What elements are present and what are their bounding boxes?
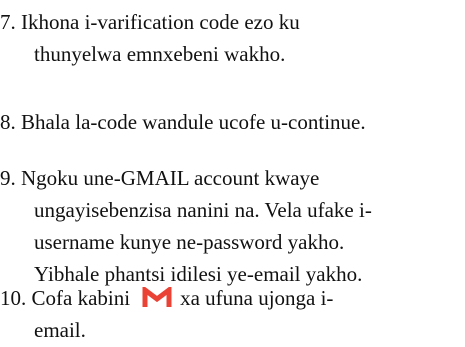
step-10-line-1: 10. Cofa kabini xa ufuna ujonga i- bbox=[0, 282, 460, 314]
step-9: 9. Ngoku une-GMAIL account kwaye ungayis… bbox=[0, 162, 460, 290]
gmail-icon-shape bbox=[142, 287, 172, 307]
step-8: 8. Bhala la-code wandule ucofe u-continu… bbox=[0, 106, 460, 138]
step-10: 10. Cofa kabini xa ufuna ujonga i- email… bbox=[0, 282, 460, 346]
step-9-line-1: 9. Ngoku une-GMAIL account kwaye bbox=[0, 166, 320, 190]
step-10-line-2: email. bbox=[34, 318, 86, 342]
gmail-icon bbox=[142, 287, 172, 309]
step-10-text-before-icon: Cofa kabini bbox=[31, 286, 131, 310]
step-8-line-1: 8. Bhala la-code wandule ucofe u-continu… bbox=[0, 110, 366, 134]
step-7: 7. Ikhona i-varification code ezo ku thu… bbox=[0, 6, 460, 70]
step-7-line-2: thunyelwa emnxebeni wakho. bbox=[34, 42, 286, 66]
step-9-number: 9. bbox=[0, 166, 16, 190]
step-10-text-after-icon: xa ufuna ujonga i- bbox=[180, 286, 334, 310]
step-7-number: 7. bbox=[0, 10, 16, 34]
step-9-line-3: username kunye ne-password yakho. bbox=[34, 230, 345, 254]
step-9-line-2: ungayisebenzisa nanini na. Vela ufake i- bbox=[34, 198, 372, 222]
step-7-line-1: 7. Ikhona i-varification code ezo ku bbox=[0, 10, 300, 34]
step-10-number: 10. bbox=[0, 286, 27, 310]
step-8-number: 8. bbox=[0, 110, 16, 134]
